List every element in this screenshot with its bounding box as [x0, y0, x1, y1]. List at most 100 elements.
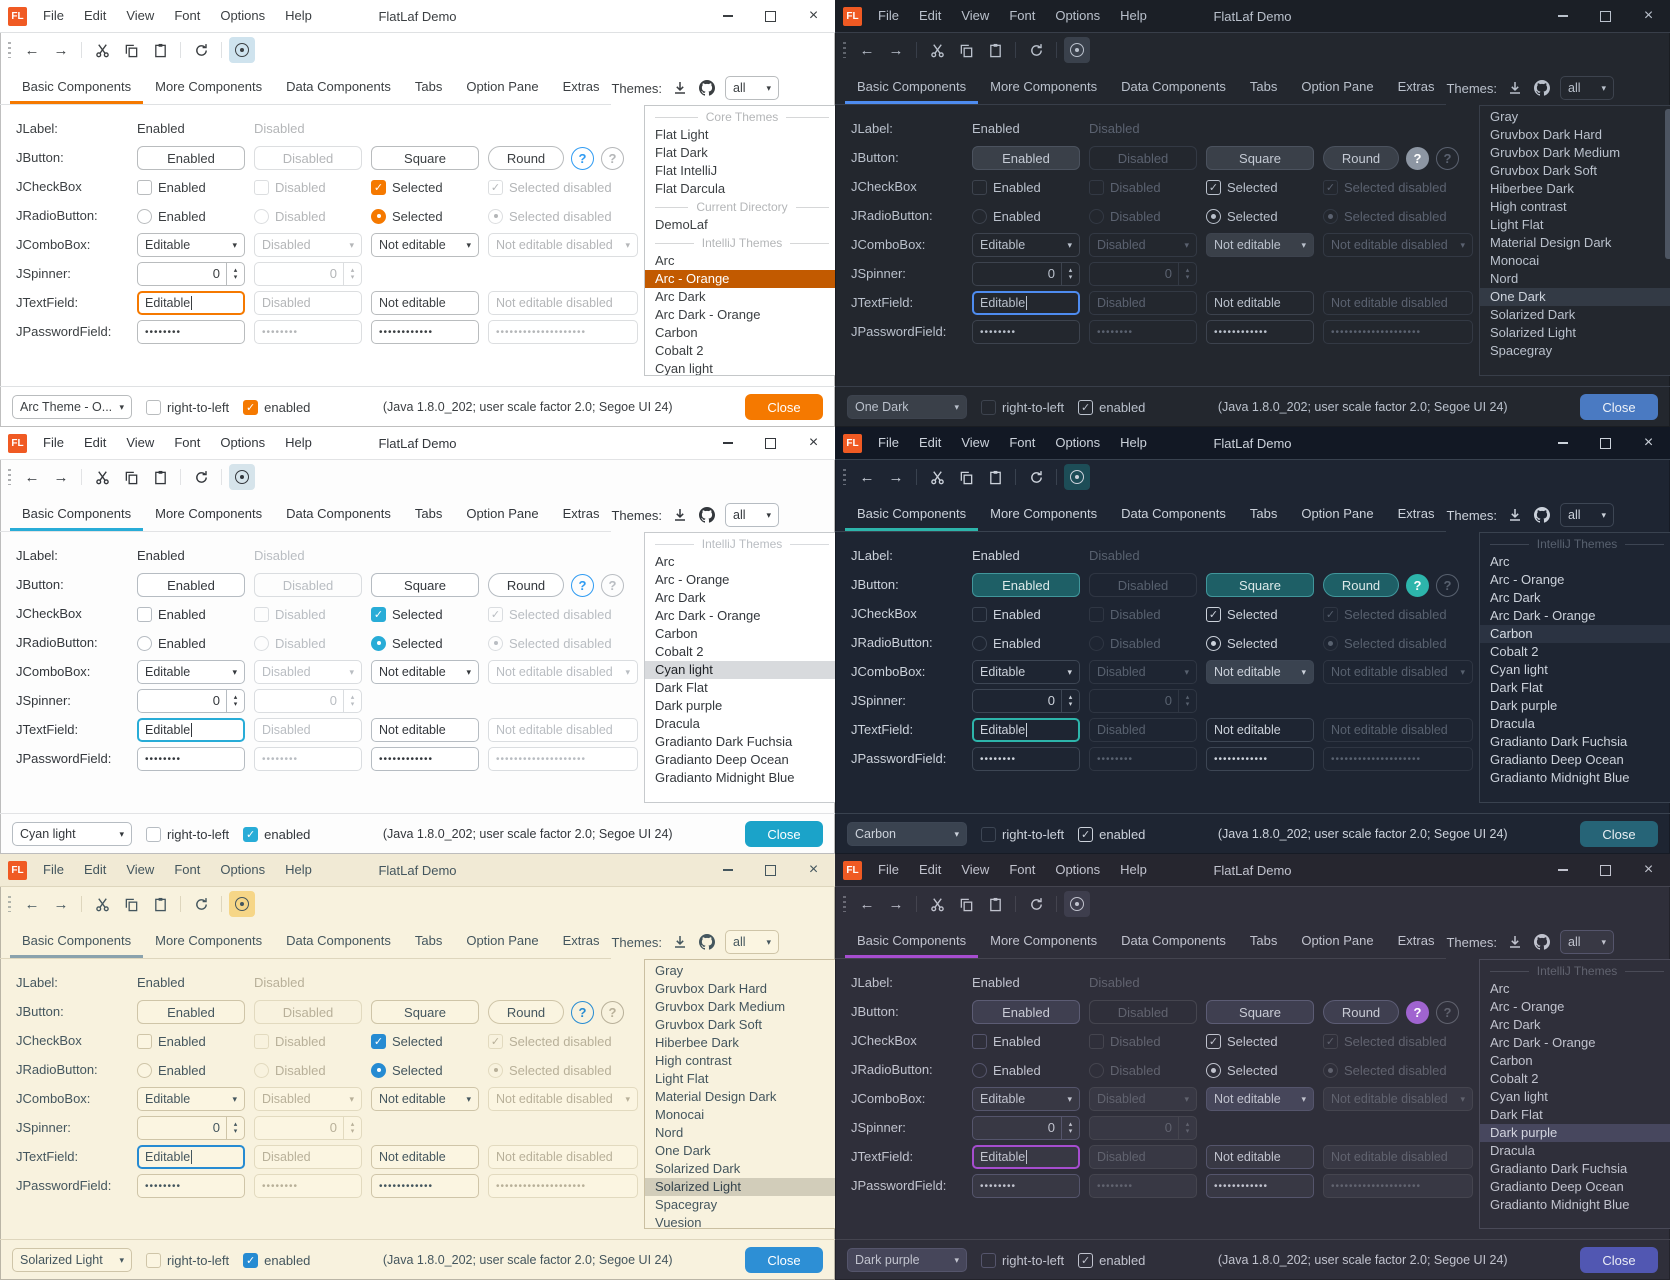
menu-item[interactable]: Options [1045, 854, 1110, 886]
tab[interactable]: Option Pane [454, 925, 550, 958]
inspect-toggle-button[interactable] [1064, 37, 1090, 63]
cut-button[interactable] [924, 891, 950, 917]
menu-item[interactable]: View [951, 0, 999, 32]
jbutton-square[interactable]: Square [1206, 1000, 1314, 1024]
back-button[interactable]: ← [854, 464, 880, 490]
menu-item[interactable]: Font [164, 0, 210, 32]
theme-list-item[interactable]: Dark Flat [1480, 1106, 1670, 1124]
tab[interactable]: More Components [978, 925, 1109, 958]
jbutton-enabled[interactable]: Enabled [137, 1000, 245, 1024]
theme-list-item[interactable]: Arc - Orange [645, 270, 835, 288]
jradiobutton-selected[interactable]: Selected [1206, 631, 1314, 655]
theme-list-item[interactable]: Carbon [1480, 625, 1670, 643]
menu-item[interactable]: Help [1110, 0, 1157, 32]
cut-button[interactable] [924, 464, 950, 490]
jpasswordfield-enabled[interactable]: •••••••• [137, 1174, 245, 1198]
jbutton-round[interactable]: Round [488, 1000, 564, 1024]
theme-list-item[interactable]: High contrast [645, 1052, 835, 1070]
jtextfield-editable[interactable]: Editable [972, 291, 1080, 315]
minimize-button[interactable] [1541, 854, 1584, 886]
jcombobox-not-editable[interactable]: Not editable▾ [1206, 233, 1314, 257]
close-button[interactable]: Close [745, 1247, 823, 1273]
theme-list-item[interactable]: Dracula [1480, 1142, 1670, 1160]
theme-list-item[interactable]: Arc - Orange [645, 571, 835, 589]
refresh-button[interactable] [188, 37, 214, 63]
minimize-button[interactable] [1541, 0, 1584, 32]
tab[interactable]: Extras [551, 925, 612, 958]
menu-item[interactable]: View [116, 427, 164, 459]
theme-list-item[interactable]: DemoLaf [645, 216, 835, 234]
jcheckbox-enabled[interactable]: Enabled [972, 602, 1080, 626]
refresh-button[interactable] [188, 891, 214, 917]
menu-item[interactable]: View [116, 0, 164, 32]
forward-button[interactable]: → [883, 891, 909, 917]
forward-button[interactable]: → [48, 37, 74, 63]
theme-list-item[interactable]: Cyan light [1480, 661, 1670, 679]
jbutton-enabled[interactable]: Enabled [972, 1000, 1080, 1024]
close-window-button[interactable]: × [1627, 0, 1670, 32]
theme-list-item[interactable]: Hiberbee Dark [1480, 180, 1670, 198]
menu-item[interactable]: Font [164, 854, 210, 886]
theme-list-item[interactable]: IntelliJ Themes [1480, 962, 1670, 980]
menu-item[interactable]: Font [164, 427, 210, 459]
refresh-button[interactable] [188, 464, 214, 490]
theme-list-item[interactable]: Gray [645, 962, 835, 980]
paste-button[interactable] [147, 891, 173, 917]
maximize-button[interactable] [749, 854, 792, 886]
inspect-toggle-button[interactable] [229, 891, 255, 917]
menu-item[interactable]: File [868, 427, 909, 459]
paste-button[interactable] [982, 37, 1008, 63]
menu-item[interactable]: File [33, 427, 74, 459]
tab[interactable]: More Components [143, 498, 274, 531]
themes-filter-select[interactable]: all▾ [725, 76, 779, 100]
jcheckbox-enabled[interactable]: Enabled [137, 1029, 245, 1053]
enabled-checkbox[interactable]: enabled [1078, 400, 1145, 415]
menu-item[interactable]: Help [275, 854, 322, 886]
theme-list-item[interactable]: Gradianto Dark Fuchsia [645, 733, 835, 751]
theme-list-item[interactable]: Gruvbox Dark Soft [1480, 162, 1670, 180]
jbutton-square[interactable]: Square [371, 146, 479, 170]
jbutton-round[interactable]: Round [488, 573, 564, 597]
theme-list-item[interactable]: Cobalt 2 [1480, 1070, 1670, 1088]
theme-list-item[interactable]: Dark Flat [1480, 679, 1670, 697]
theme-list-item[interactable]: Cyan light [1480, 1088, 1670, 1106]
minimize-button[interactable] [1541, 427, 1584, 459]
theme-list-item[interactable]: Nord [1480, 270, 1670, 288]
themes-filter-select[interactable]: all▾ [1560, 503, 1614, 527]
jpasswordfield-not-editable[interactable]: •••••••••••• [1206, 1174, 1314, 1198]
jspinner-enabled[interactable]: 0▴▾ [972, 1116, 1080, 1140]
jradiobutton-selected[interactable]: Selected [1206, 204, 1314, 228]
menu-item[interactable]: Options [1045, 0, 1110, 32]
menu-item[interactable]: Font [999, 427, 1045, 459]
jcombobox-editable[interactable]: Editable▾ [137, 233, 245, 257]
menu-item[interactable]: Help [1110, 854, 1157, 886]
theme-list-item[interactable]: IntelliJ Themes [645, 234, 835, 252]
tab[interactable]: Extras [1386, 498, 1447, 531]
theme-list-item[interactable]: Gradianto Deep Ocean [1480, 751, 1670, 769]
close-window-button[interactable]: × [792, 0, 835, 32]
download-icon[interactable] [671, 506, 689, 524]
tab[interactable]: Data Components [1109, 925, 1238, 958]
tab[interactable]: Basic Components [845, 498, 978, 531]
theme-list-item[interactable]: Carbon [645, 324, 835, 342]
theme-list-item[interactable]: Arc Dark - Orange [1480, 1034, 1670, 1052]
theme-list-item[interactable]: Gradianto Midnight Blue [645, 769, 835, 787]
paste-button[interactable] [982, 891, 1008, 917]
jcheckbox-enabled[interactable]: Enabled [137, 175, 245, 199]
jpasswordfield-enabled[interactable]: •••••••• [972, 320, 1080, 344]
jcheckbox-enabled[interactable]: Enabled [137, 602, 245, 626]
tab[interactable]: More Components [143, 925, 274, 958]
jradiobutton-enabled[interactable]: Enabled [972, 204, 1080, 228]
theme-list-item[interactable]: Monocai [645, 1106, 835, 1124]
menu-item[interactable]: Options [210, 854, 275, 886]
jtextfield-not-editable[interactable]: Not editable [1206, 718, 1314, 742]
tab[interactable]: Extras [551, 498, 612, 531]
theme-list-item[interactable]: High contrast [1480, 198, 1670, 216]
themes-filter-select[interactable]: all▾ [725, 503, 779, 527]
theme-selector[interactable]: Arc Theme - O...▾ [12, 395, 132, 419]
minimize-button[interactable] [706, 854, 749, 886]
theme-list-item[interactable]: One Dark [1480, 288, 1670, 306]
theme-list-item[interactable]: Gradianto Midnight Blue [1480, 769, 1670, 787]
github-icon[interactable] [698, 79, 716, 97]
download-icon[interactable] [1506, 506, 1524, 524]
